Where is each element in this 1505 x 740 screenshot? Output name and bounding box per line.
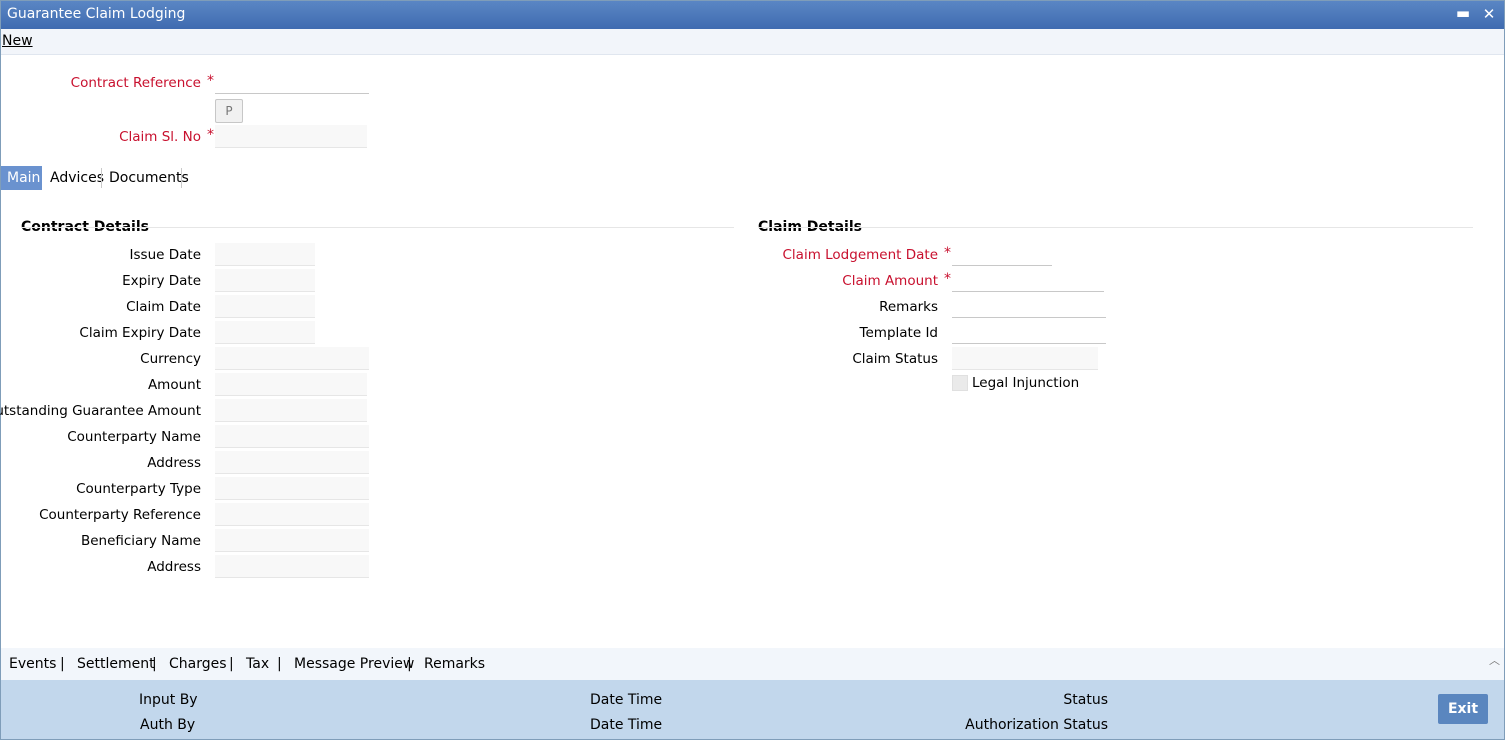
currency-input[interactable] xyxy=(215,347,369,370)
tab-divider xyxy=(181,168,182,188)
contract-reference-input[interactable] xyxy=(215,71,369,94)
beneficiary-address-label: Address xyxy=(147,559,201,575)
p-button[interactable]: P xyxy=(215,99,243,123)
beneficiary-address-input[interactable] xyxy=(215,555,369,578)
claim-date-label: Claim Date xyxy=(126,299,201,315)
section-divider xyxy=(758,227,1473,228)
legal-injunction-checkbox[interactable] xyxy=(952,375,968,391)
expiry-date-input[interactable] xyxy=(215,269,315,292)
section-divider xyxy=(21,227,734,228)
beneficiary-name-label: Beneficiary Name xyxy=(80,533,201,549)
outstanding-guarantee-amount-label: Outstanding Guarantee Amount xyxy=(0,403,201,419)
counterparty-type-label: Counterparty Type xyxy=(76,481,201,497)
counterparty-reference-label: Counterparty Reference xyxy=(39,507,201,523)
issue-date-label: Issue Date xyxy=(129,247,201,263)
claim-date-input[interactable] xyxy=(215,295,315,318)
link-separator: | xyxy=(60,656,65,672)
claim-expiry-date-label: Claim Expiry Date xyxy=(79,325,201,341)
counterparty-name-input[interactable] xyxy=(215,425,369,448)
required-marker: * xyxy=(944,271,951,287)
claim-lodgement-date-label: Claim Lodgement Date xyxy=(782,247,939,263)
authorization-status-label: Authorization Status xyxy=(965,717,1108,733)
events-link[interactable]: Events xyxy=(9,656,56,672)
input-by-label: Input By xyxy=(139,692,198,708)
claim-status-input[interactable] xyxy=(952,347,1098,370)
remarks-link[interactable]: Remarks xyxy=(424,656,485,672)
new-link[interactable]: New xyxy=(2,33,33,49)
required-marker: * xyxy=(207,127,214,143)
beneficiary-name-input[interactable] xyxy=(215,529,369,552)
link-separator: | xyxy=(277,656,282,672)
claim-amount-label: Claim Amount xyxy=(842,273,938,289)
link-separator: | xyxy=(229,656,234,672)
auth-by-label: Auth By xyxy=(140,717,196,733)
audit-footer: Input By Auth By Date Time Date Time Sta… xyxy=(1,680,1504,739)
claim-lodgement-date-input[interactable] xyxy=(952,243,1052,266)
bottom-tab-bar: Events | Settlement | Charges | Tax | Me… xyxy=(1,648,1504,680)
remarks-label: Remarks xyxy=(879,299,938,315)
link-separator: | xyxy=(407,656,412,672)
charges-link[interactable]: Charges xyxy=(169,656,227,672)
required-marker: * xyxy=(944,245,951,261)
outstanding-guarantee-amount-input[interactable] xyxy=(215,399,367,422)
counterparty-name-label: Counterparty Name xyxy=(67,429,201,445)
menu-bar: New xyxy=(1,29,1504,55)
claim-status-label: Claim Status xyxy=(852,351,938,367)
window-title: Guarantee Claim Lodging xyxy=(7,6,186,22)
claim-amount-input[interactable] xyxy=(952,269,1104,292)
close-icon[interactable]: ✕ xyxy=(1479,5,1499,23)
claim-sl-no-input[interactable] xyxy=(215,125,367,148)
template-id-input[interactable] xyxy=(952,321,1106,344)
tab-divider xyxy=(101,168,102,188)
legal-injunction-label: Legal Injunction xyxy=(972,375,1080,391)
address-input[interactable] xyxy=(215,451,369,474)
status-label: Status xyxy=(1063,692,1108,708)
settlement-link[interactable]: Settlement xyxy=(77,656,155,672)
template-id-label: Template Id xyxy=(859,325,938,341)
expiry-date-label: Expiry Date xyxy=(122,273,201,289)
claim-sl-no-label: Claim Sl. No xyxy=(119,129,201,145)
counterparty-reference-input[interactable] xyxy=(215,503,369,526)
input-date-time-label: Date Time xyxy=(590,692,663,708)
title-bar: Guarantee Claim Lodging ▬ ✕ xyxy=(1,1,1504,29)
chevron-up-icon[interactable]: ︿ xyxy=(1489,652,1500,668)
window-frame: Guarantee Claim Lodging ▬ ✕ New Contract… xyxy=(0,0,1505,740)
minimize-icon[interactable]: ▬ xyxy=(1453,4,1473,22)
tax-link[interactable]: Tax xyxy=(246,656,269,672)
amount-label: Amount xyxy=(147,377,201,393)
issue-date-input[interactable] xyxy=(215,243,315,266)
tab-main[interactable]: Main xyxy=(1,166,42,190)
counterparty-type-input[interactable] xyxy=(215,477,369,500)
auth-date-time-label: Date Time xyxy=(590,717,663,733)
amount-input[interactable] xyxy=(215,373,367,396)
message-preview-link[interactable]: Message Preview xyxy=(294,656,414,672)
currency-label: Currency xyxy=(140,351,201,367)
exit-button[interactable]: Exit xyxy=(1438,694,1488,724)
address-label: Address xyxy=(147,455,201,471)
contract-reference-label: Contract Reference xyxy=(70,75,201,91)
link-separator: | xyxy=(152,656,157,672)
claim-expiry-date-input[interactable] xyxy=(215,321,315,344)
remarks-input[interactable] xyxy=(952,295,1106,318)
required-marker: * xyxy=(207,73,214,89)
